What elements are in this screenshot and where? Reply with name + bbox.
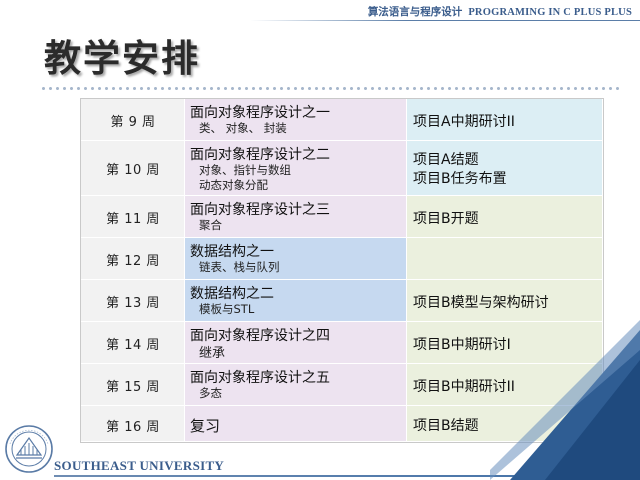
project-item: 项目A结题 (413, 152, 479, 168)
header-rule (250, 20, 640, 21)
topic-cell: 面向对象程序设计之二 对象、指针与数组 动态对象分配 (185, 141, 407, 196)
week-cell: 第 13 周 (81, 280, 185, 322)
topic-subtitle: 多态 (199, 386, 222, 400)
week-cell: 第 9 周 (81, 99, 185, 141)
week-cell: 第 10 周 (81, 141, 185, 196)
week-label: 第 11 周 (106, 212, 160, 227)
project-cell: 项目A结题 项目B任务布置 (407, 141, 603, 196)
topic-cell: 复习 (185, 406, 407, 442)
project-cell: 项目B模型与架构研讨 (407, 280, 603, 322)
topic-cell: 面向对象程序设计之三 聚合 (185, 196, 407, 238)
topic-subtitle: 链表、栈与队列 (199, 260, 280, 274)
week-label: 第 16 周 (106, 420, 160, 435)
topic-title: 数据结构之二 (190, 286, 274, 302)
university-name: SOUTHEAST UNIVERSITY (54, 458, 225, 473)
topic-title: 面向对象程序设计之五 (190, 370, 330, 386)
week-cell: 第 14 周 (81, 322, 185, 364)
schedule-row-week-9: 第 9 周 面向对象程序设计之一 类、 对象、 封装 项目A中期研讨II (81, 99, 603, 141)
project-cell: 项目A中期研讨II (407, 99, 603, 141)
schedule-row-week-11: 第 11 周 面向对象程序设计之三 聚合 项目B开题 (81, 196, 603, 238)
project-item: 项目B结题 (413, 418, 479, 434)
week-label: 第 15 周 (106, 380, 160, 395)
week-label: 第 13 周 (106, 296, 160, 311)
week-cell: 第 15 周 (81, 364, 185, 406)
week-label: 第 14 周 (106, 338, 160, 353)
project-item: 项目A中期研讨II (413, 114, 515, 130)
project-cell: 项目B开题 (407, 196, 603, 238)
topic-cell: 面向对象程序设计之一 类、 对象、 封装 (185, 99, 407, 141)
course-title-cn: 算法语言与程序设计 (367, 6, 463, 18)
course-title-en: PROGRAMING IN C PLUS PLUS (468, 7, 632, 18)
topic-title: 面向对象程序设计之三 (190, 202, 330, 218)
schedule-row-week-13: 第 13 周 数据结构之二 模板与STL 项目B模型与架构研讨 (81, 280, 603, 322)
course-header: 算法语言与程序设计 PROGRAMING IN C PLUS PLUS (368, 4, 632, 19)
page-title: 教学安排 (44, 37, 200, 80)
week-label: 第 9 周 (110, 115, 156, 130)
week-label: 第 10 周 (106, 163, 160, 178)
schedule-row-week-12: 第 12 周 数据结构之一 链表、栈与队列 (81, 238, 603, 280)
topic-title: 数据结构之一 (190, 244, 274, 260)
project-item: 项目B开题 (413, 211, 479, 227)
top-header-bar: 算法语言与程序设计 PROGRAMING IN C PLUS PLUS (0, 0, 640, 22)
corner-decoration (490, 320, 640, 480)
project-cell (407, 238, 603, 280)
project-item: 项目B任务布置 (413, 171, 507, 187)
topic-subtitle: 类、 对象、 封装 (199, 121, 287, 135)
topic-cell: 数据结构之一 链表、栈与队列 (185, 238, 407, 280)
dotted-divider (40, 86, 620, 91)
project-item: 项目B模型与架构研讨 (413, 295, 549, 311)
week-cell: 第 11 周 (81, 196, 185, 238)
week-cell: 第 12 周 (81, 238, 185, 280)
topic-cell: 面向对象程序设计之四 继承 (185, 322, 407, 364)
week-cell: 第 16 周 (81, 406, 185, 442)
topic-subtitle: 模板与STL (199, 302, 255, 316)
topic-title: 面向对象程序设计之二 (190, 147, 330, 163)
topic-title: 复习 (190, 417, 221, 435)
topic-subtitle: 继承 (199, 346, 226, 361)
topic-title: 面向对象程序设计之一 (190, 105, 330, 121)
week-label: 第 12 周 (106, 254, 160, 269)
university-seal-icon (5, 425, 53, 473)
topic-subtitle: 聚合 (199, 218, 222, 232)
topic-subtitle: 对象、指针与数组 (199, 163, 291, 177)
topic-cell: 数据结构之二 模板与STL (185, 280, 407, 322)
schedule-row-week-10: 第 10 周 面向对象程序设计之二 对象、指针与数组 动态对象分配 项目A结题 … (81, 141, 603, 196)
topic-subtitle: 动态对象分配 (199, 178, 268, 192)
topic-cell: 面向对象程序设计之五 多态 (185, 364, 407, 406)
